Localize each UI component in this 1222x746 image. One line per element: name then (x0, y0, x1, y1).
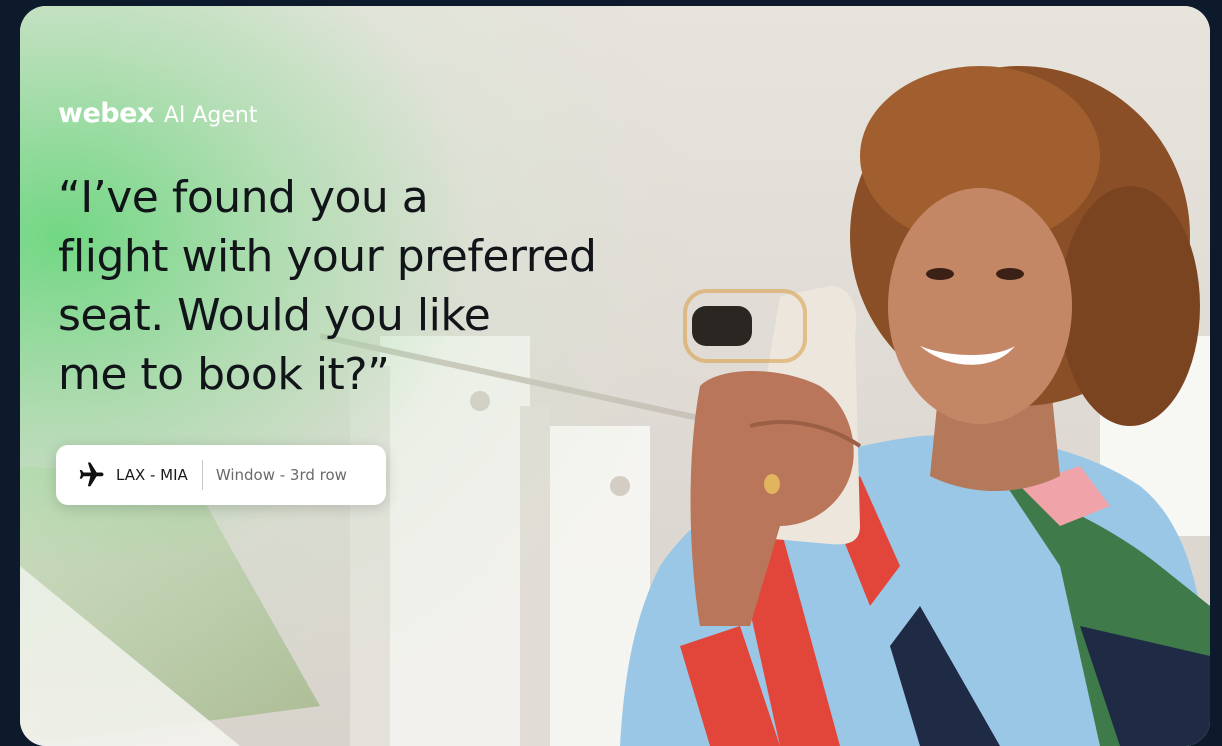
flight-chip: LAX - MIA Window - 3rd row (56, 445, 386, 505)
webex-logo: webex (58, 98, 154, 129)
agent-quote: “I’ve found you a flight with your prefe… (58, 168, 678, 404)
airplane-icon (79, 462, 104, 487)
quote-line: me to book it?” (58, 349, 390, 400)
seat-preference: Window - 3rd row (215, 466, 347, 484)
product-name: AI Agent (163, 103, 258, 128)
chip-divider (201, 460, 203, 490)
brand-lockup: webex AI Agent (58, 98, 257, 129)
quote-line: “I’ve found you a (58, 172, 429, 223)
ad-banner: webex AI Agent “I’ve found you a flight … (20, 6, 1210, 746)
quote-line: seat. Would you like (58, 290, 491, 341)
quote-line: flight with your preferred (58, 231, 597, 282)
flight-route: LAX - MIA (116, 466, 188, 484)
